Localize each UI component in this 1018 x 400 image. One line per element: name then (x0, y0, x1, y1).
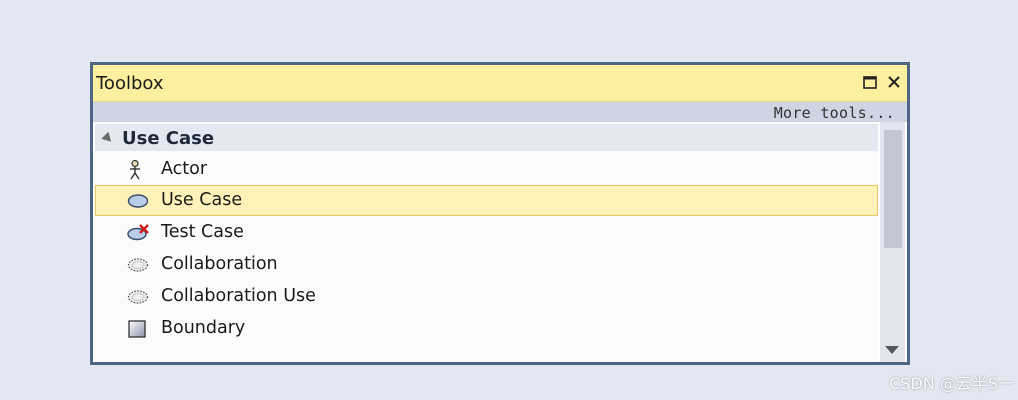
group-label: Use Case (122, 128, 215, 149)
toolbox-list: Use Case Actor Use Case Test Case Collab… (95, 122, 878, 362)
more-tools-link[interactable]: More tools... (774, 104, 895, 122)
vertical-scrollbar[interactable] (880, 122, 905, 362)
toolbox-item-test-case[interactable]: Test Case (95, 217, 878, 248)
toolbox-title: Toolbox (96, 73, 164, 94)
toolbox-panel: Toolbox More tools... Use Case Actor Use… (90, 62, 910, 365)
group-header-use-case[interactable]: Use Case (95, 124, 878, 151)
boundary-icon (127, 319, 151, 339)
toolbox-item-use-case[interactable]: Use Case (95, 185, 878, 216)
actor-icon (127, 159, 151, 180)
collapse-arrow-icon[interactable] (101, 131, 115, 146)
watermark: CSDN @云半S一 (889, 374, 1014, 393)
collaboration-use-icon (127, 287, 151, 307)
more-tools-bar: More tools... (93, 102, 907, 122)
toolbox-titlebar[interactable]: Toolbox (93, 65, 907, 102)
toolbox-item-label: Use Case (161, 190, 243, 210)
close-icon[interactable] (885, 73, 903, 91)
scrollbar-thumb[interactable] (884, 130, 902, 248)
toolbox-item-collaboration[interactable]: Collaboration (95, 249, 878, 280)
test-case-icon (127, 223, 151, 243)
scroll-down-arrow-icon[interactable] (885, 346, 899, 354)
toolbox-item-label: Collaboration (161, 254, 278, 274)
toolbox-item-label: Boundary (161, 318, 246, 338)
use-case-icon (127, 191, 151, 211)
toolbox-item-label: Actor (161, 159, 208, 179)
toolbox-item-label: Collaboration Use (161, 286, 316, 306)
toolbox-item-actor[interactable]: Actor (95, 154, 878, 185)
toolbox-item-collaboration-use[interactable]: Collaboration Use (95, 281, 878, 312)
toolbox-item-label: Test Case (161, 222, 244, 242)
toolbox-item-boundary[interactable]: Boundary (95, 313, 878, 344)
maximize-icon[interactable] (861, 73, 879, 91)
collaboration-icon (127, 255, 151, 275)
